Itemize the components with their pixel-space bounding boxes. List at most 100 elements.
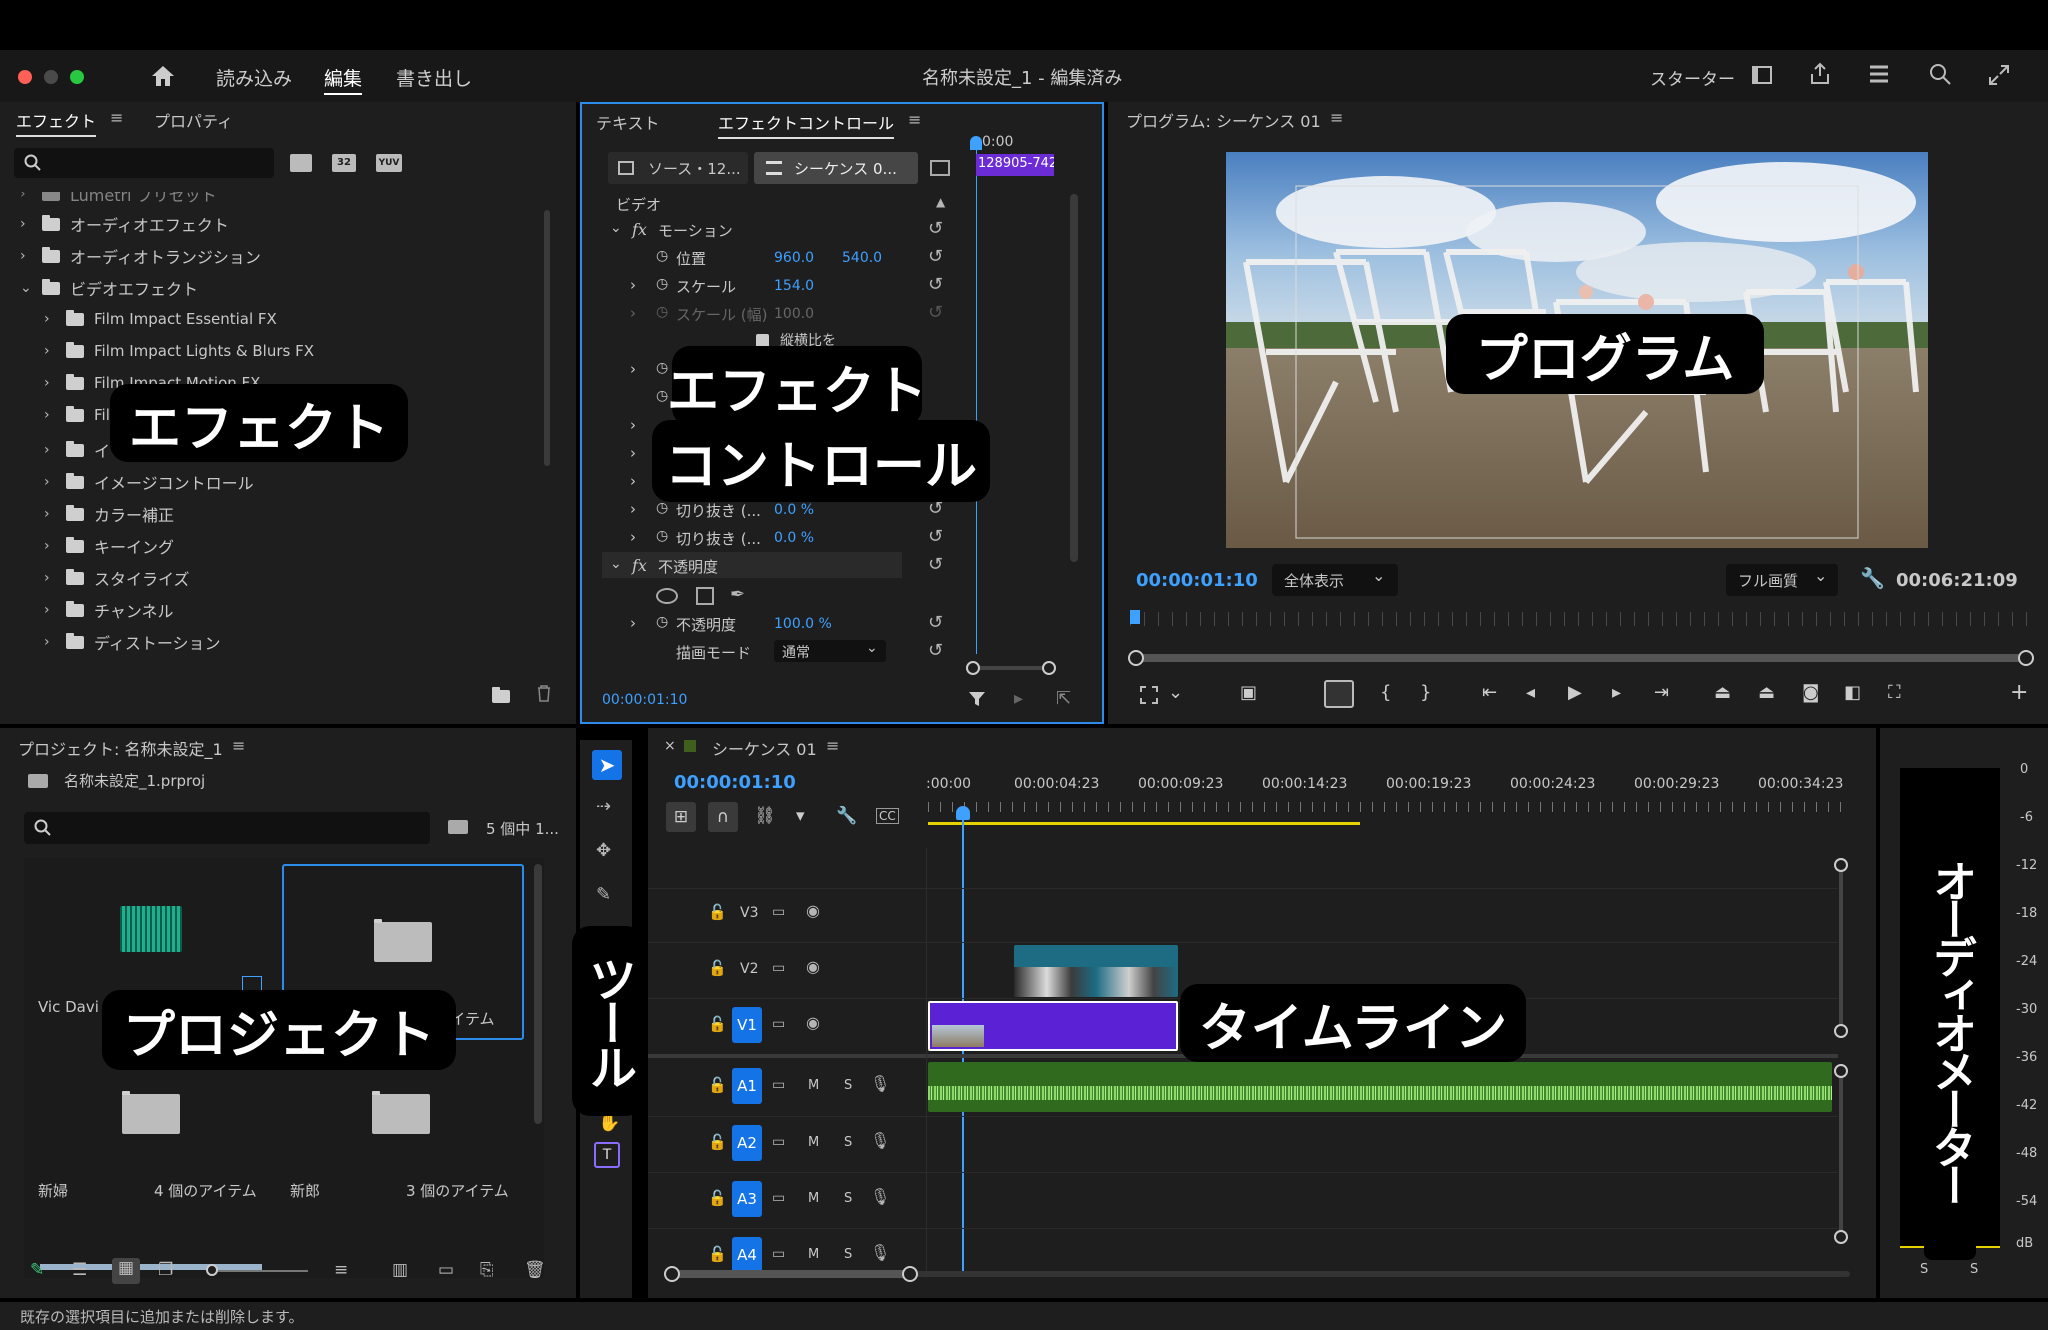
solo-button[interactable]: S: [844, 1247, 852, 1262]
timeline-settings-icon[interactable]: 🔧: [836, 806, 857, 826]
ec-timecode[interactable]: 00:00:01:10: [602, 692, 687, 708]
trash-icon[interactable]: 🗑: [524, 1260, 546, 1280]
video-tracks-scrollbar[interactable]: [1834, 858, 1848, 1038]
add-button-icon[interactable]: +: [2010, 680, 2028, 705]
slider-handle[interactable]: [206, 1264, 218, 1276]
microphone-icon[interactable]: 🎙: [870, 1076, 890, 1092]
opacity-value[interactable]: 100.0 %: [774, 616, 832, 632]
collapse-up-icon[interactable]: ▲: [936, 196, 945, 208]
extract-icon[interactable]: ⏏: [1758, 682, 1775, 703]
stopwatch-icon[interactable]: ◷: [656, 614, 668, 630]
ripple-edit-tool[interactable]: ✥: [596, 842, 611, 860]
microphone-icon[interactable]: 🎙: [870, 1133, 890, 1149]
tree-item-fil[interactable]: › Fil: [44, 405, 110, 424]
toggle-timeline-view-icon[interactable]: [930, 160, 950, 176]
panel-menu-icon[interactable]: ≡: [908, 112, 921, 128]
work-area-bar[interactable]: [928, 822, 1360, 825]
reset-icon[interactable]: ↺: [928, 556, 943, 574]
go-to-in-icon[interactable]: ⇤: [1482, 682, 1497, 703]
tree-item-keying[interactable]: › キーイング: [44, 534, 174, 558]
tree-item-lumetri-presets[interactable]: › Lumetri プリセット: [20, 192, 217, 206]
step-forward-icon[interactable]: ▸: [1612, 682, 1621, 703]
position-x-value[interactable]: 960.0: [774, 250, 814, 266]
maximize-window-button[interactable]: [70, 70, 84, 84]
stopwatch-icon[interactable]: ◷: [656, 304, 668, 320]
track-label-v3[interactable]: V3: [740, 905, 758, 921]
timeline-zoom-bar[interactable]: [664, 1266, 1850, 1282]
search-help-icon[interactable]: [1928, 62, 1952, 86]
sync-lock-icon[interactable]: ▭: [772, 905, 785, 919]
sequence-tab-button[interactable]: シーケンス 0...: [754, 152, 918, 184]
scale-width-chevron[interactable]: ›: [630, 304, 636, 322]
fx-icon[interactable]: fx: [632, 556, 647, 575]
mark-out-icon[interactable]: }: [1420, 682, 1431, 703]
stopwatch-icon[interactable]: ◷: [656, 276, 668, 292]
safe-margins-icon[interactable]: [1140, 686, 1158, 704]
home-icon[interactable]: [150, 64, 176, 88]
lock-icon[interactable]: 🔓: [708, 1247, 727, 1262]
tree-item-stylize[interactable]: › スタイライズ: [44, 566, 190, 590]
reset-icon[interactable]: ↺: [928, 276, 943, 294]
step-back-icon[interactable]: ◂: [1526, 682, 1535, 703]
panel-layout-icon[interactable]: [1752, 66, 1772, 84]
ec-vertical-scrollbar[interactable]: [1070, 194, 1078, 562]
vr-icon[interactable]: ⛶: [1888, 682, 1901, 703]
crop2-chevron[interactable]: ›: [630, 528, 636, 546]
track-label-a1[interactable]: A1: [732, 1068, 762, 1104]
scroll-handle-right[interactable]: [902, 1266, 918, 1282]
reset-icon[interactable]: ↺: [928, 220, 943, 238]
solo-right-button[interactable]: S: [1970, 1262, 1978, 1277]
microphone-icon[interactable]: 🎙: [870, 1189, 890, 1205]
tree-item-film-impact-essential[interactable]: › Film Impact Essential FX: [44, 309, 277, 328]
play-audio-icon[interactable]: ▸: [1014, 690, 1023, 708]
prop-chevron[interactable]: ›: [630, 416, 636, 434]
timeline-timecode[interactable]: 00:00:01:10: [674, 772, 796, 793]
filter-icon[interactable]: [968, 690, 986, 708]
sync-lock-icon[interactable]: ▭: [772, 1078, 785, 1092]
eye-icon[interactable]: ◉: [806, 903, 820, 919]
play-icon[interactable]: ▶: [1568, 682, 1582, 703]
scroll-handle-bottom[interactable]: [1834, 1230, 1848, 1244]
sync-lock-icon[interactable]: ▭: [772, 1191, 785, 1205]
lock-icon[interactable]: 🔓: [708, 1191, 727, 1206]
crop1-value[interactable]: 0.0 %: [774, 502, 814, 518]
scroll-handle-top[interactable]: [1834, 1064, 1848, 1078]
new-item-icon[interactable]: ⎘: [480, 1260, 494, 1280]
32bit-effects-icon[interactable]: 32: [332, 154, 356, 172]
solo-button[interactable]: S: [844, 1191, 852, 1206]
stopwatch-icon[interactable]: ◷: [656, 528, 668, 544]
lock-icon[interactable]: 🔓: [708, 905, 727, 920]
solo-button[interactable]: S: [844, 1135, 852, 1150]
crop1-chevron[interactable]: ›: [630, 500, 636, 518]
selection-tool[interactable]: ➤: [592, 750, 622, 780]
accelerated-effects-icon[interactable]: [290, 154, 312, 172]
microphone-icon[interactable]: 🎙: [870, 1245, 890, 1261]
thumbnail-size-slider[interactable]: [208, 1270, 308, 1272]
yuv-effects-icon[interactable]: YUV: [376, 154, 402, 172]
close-window-button[interactable]: [18, 70, 32, 84]
comparison-icon[interactable]: ◧: [1844, 682, 1861, 703]
tree-item-color-correction[interactable]: › カラー補正: [44, 502, 174, 526]
compare-view-icon[interactable]: ▣: [1240, 682, 1257, 703]
freeform-view-icon[interactable]: ❐: [158, 1260, 173, 1280]
tab-properties[interactable]: プロパティ: [154, 108, 233, 132]
tab-effect-controls[interactable]: エフェクトコントロール: [718, 110, 895, 139]
razor-tool[interactable]: ✎: [596, 886, 611, 904]
scale-value[interactable]: 154.0: [774, 278, 814, 294]
motion-chevron[interactable]: ⌄: [610, 220, 622, 236]
new-bin-icon[interactable]: [492, 687, 510, 703]
wrench-settings-icon[interactable]: 🔧: [1860, 568, 1885, 588]
project-item-bride[interactable]: 新婦 4 個のアイテム: [24, 1058, 274, 1238]
sync-lock-icon[interactable]: ▭: [772, 1017, 785, 1031]
ec-mini-timeline[interactable]: 0:00 128905-74290: [966, 134, 1056, 664]
camera-icon[interactable]: ◙: [1802, 682, 1819, 703]
mark-in-icon[interactable]: {: [1380, 682, 1391, 703]
chevron-down-icon[interactable]: ⌄: [1168, 682, 1183, 703]
mute-button[interactable]: M: [808, 1078, 819, 1093]
list-view-icon[interactable]: ☰: [72, 1260, 87, 1280]
add-marker-icon[interactable]: ▾: [796, 806, 805, 826]
track-label-v2[interactable]: V2: [740, 961, 758, 977]
quick-export-icon[interactable]: [1868, 64, 1890, 84]
project-item-groom[interactable]: 新郎 3 個のアイテム: [282, 1058, 532, 1238]
eye-icon[interactable]: ◉: [806, 1015, 820, 1031]
